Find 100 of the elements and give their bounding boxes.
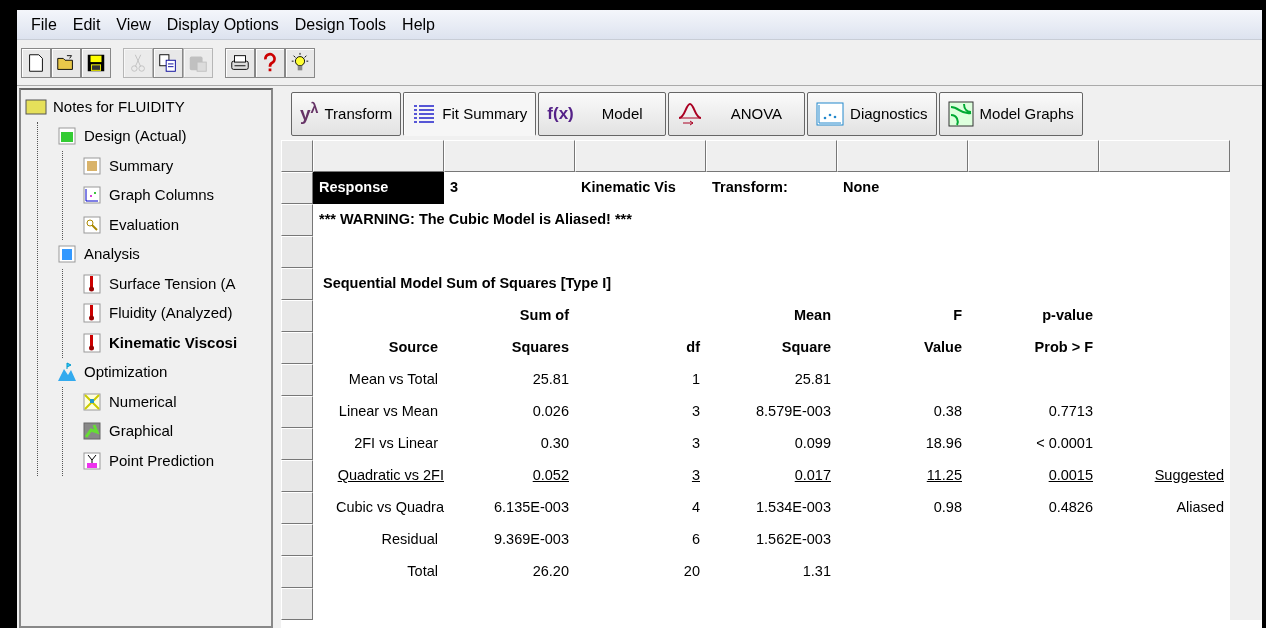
table-cell-text: 0.017 <box>793 466 832 486</box>
tab[interactable]: Fit Summary <box>403 92 537 136</box>
tree-item[interactable]: Optimization <box>84 361 168 384</box>
table-icon <box>56 125 78 148</box>
thermometer-icon <box>81 302 103 325</box>
table-cell-text: 0.099 <box>793 434 832 454</box>
row-header[interactable] <box>281 524 313 556</box>
row-header[interactable] <box>281 428 313 460</box>
bell-curve-icon <box>676 101 703 127</box>
toolbar-button[interactable] <box>285 47 315 78</box>
thermometer-icon <box>81 272 103 295</box>
scatter-plot-icon <box>81 184 103 207</box>
menu-item[interactable]: File <box>23 12 65 37</box>
column-label: Mean <box>792 306 832 326</box>
toolbar-button[interactable] <box>153 47 183 78</box>
toolbar-button[interactable] <box>51 47 81 78</box>
column-label: F <box>952 306 963 326</box>
tree-item[interactable]: Surface Tension (A <box>109 272 236 295</box>
grid-cell-text: Kinematic Vis <box>580 178 677 198</box>
menu-item[interactable]: Edit <box>64 12 109 37</box>
row-header[interactable] <box>281 364 313 396</box>
column-header[interactable] <box>444 140 575 172</box>
table-cell-text: Aliased <box>1175 498 1225 518</box>
menu-item[interactable]: View <box>108 12 159 37</box>
tree-item[interactable]: Numerical <box>109 390 177 413</box>
column-header[interactable] <box>837 140 968 172</box>
table-cell-text: Total <box>406 562 439 582</box>
tree-item[interactable]: Graph Columns <box>109 184 215 207</box>
tree-item[interactable]: Summary <box>109 154 174 177</box>
tab[interactable]: Model Graphs <box>938 92 1083 136</box>
tree-item[interactable]: Notes for FLUIDITY <box>53 95 185 118</box>
table-cell-text: 1.31 <box>801 562 832 582</box>
table-cell-text: Suggested <box>1153 466 1225 486</box>
row-header[interactable] <box>281 204 313 236</box>
table-cell-text: Cubic vs Quadra <box>335 498 444 518</box>
column-header[interactable] <box>575 140 706 172</box>
table-title: Sequential Model Sum of Squares [Type I] <box>322 274 613 294</box>
table-cell-text: 25.81 <box>793 370 832 390</box>
table-cell-text: 6.135E-003 <box>493 498 570 518</box>
list-icon <box>412 103 437 125</box>
table-cell-text: Quadratic vs 2FI <box>336 466 444 486</box>
column-label: Squares <box>510 338 570 358</box>
column-label: Square <box>780 338 832 358</box>
table-cell-text: 0.026 <box>531 402 570 422</box>
toolbar-button[interactable] <box>81 47 111 78</box>
table-cell-text: 1.562E-003 <box>755 530 832 550</box>
table-cell-text: 0.7713 <box>1047 402 1094 422</box>
table-cell-text: 0.38 <box>932 402 963 422</box>
table-cell-text: < 0.0001 <box>1035 434 1094 454</box>
row-header[interactable] <box>281 268 313 300</box>
toolbar-button[interactable] <box>21 47 51 78</box>
tab[interactable]: Diagnostics <box>807 92 937 136</box>
row-header[interactable] <box>281 332 313 364</box>
table-icon <box>81 154 103 177</box>
tree-item[interactable]: Graphical <box>109 420 174 443</box>
row-header[interactable] <box>281 460 313 492</box>
table-cell-text: 3 <box>690 402 701 422</box>
thermometer-icon <box>81 331 103 354</box>
tree-item[interactable]: Kinematic Viscosi <box>109 331 238 354</box>
toolbar-button[interactable] <box>225 47 255 78</box>
tree-item[interactable]: Evaluation <box>109 213 180 236</box>
tab[interactable]: y$^{λ}$ Transform <box>291 92 402 136</box>
tab[interactable]: ANOVA <box>667 92 806 136</box>
table-cell-text: 1 <box>690 370 701 390</box>
table-cell-text: 6 <box>690 530 701 550</box>
column-label: Sum of <box>518 306 570 326</box>
grid-cell-text: 3 <box>449 178 460 198</box>
tab[interactable]: f(x) Model <box>538 92 666 136</box>
row-header[interactable] <box>281 588 313 620</box>
column-header[interactable] <box>313 140 444 172</box>
menu-item[interactable]: Design Tools <box>286 12 395 37</box>
power-icon: y$^{λ}$ <box>300 99 319 129</box>
column-header[interactable] <box>968 140 1099 172</box>
column-label: Source <box>387 338 439 358</box>
table-cell-text: 25.81 <box>531 370 570 390</box>
table-cell-text: 26.20 <box>531 562 570 582</box>
row-header[interactable] <box>281 236 313 268</box>
point-prediction-icon <box>81 449 103 472</box>
panel-background <box>1230 588 1262 620</box>
tree-item[interactable]: Fluidity (Analyzed) <box>109 302 233 325</box>
row-header[interactable] <box>281 492 313 524</box>
crosshair-icon <box>81 390 103 413</box>
menu-item[interactable]: Help <box>394 12 443 37</box>
row-header[interactable] <box>281 172 313 204</box>
row-header[interactable] <box>281 140 313 172</box>
row-header[interactable] <box>281 396 313 428</box>
tree-item[interactable]: Point Prediction <box>109 449 215 472</box>
column-label: Prob > F <box>1033 338 1094 358</box>
table-cell-text: 3 <box>690 466 701 486</box>
column-header[interactable] <box>706 140 837 172</box>
menu-item[interactable]: Display Options <box>158 12 287 37</box>
tree-item[interactable]: Design (Actual) <box>84 125 187 148</box>
column-header[interactable] <box>1099 140 1230 172</box>
row-header[interactable] <box>281 556 313 588</box>
table-cell-text: 3 <box>690 434 701 454</box>
table-cell-text: 4 <box>690 498 701 518</box>
row-header[interactable] <box>281 300 313 332</box>
tree-item[interactable]: Analysis <box>84 243 140 266</box>
table-cell-text: Linear vs Mean <box>337 402 439 422</box>
table-cell-text: 0.052 <box>531 466 570 486</box>
